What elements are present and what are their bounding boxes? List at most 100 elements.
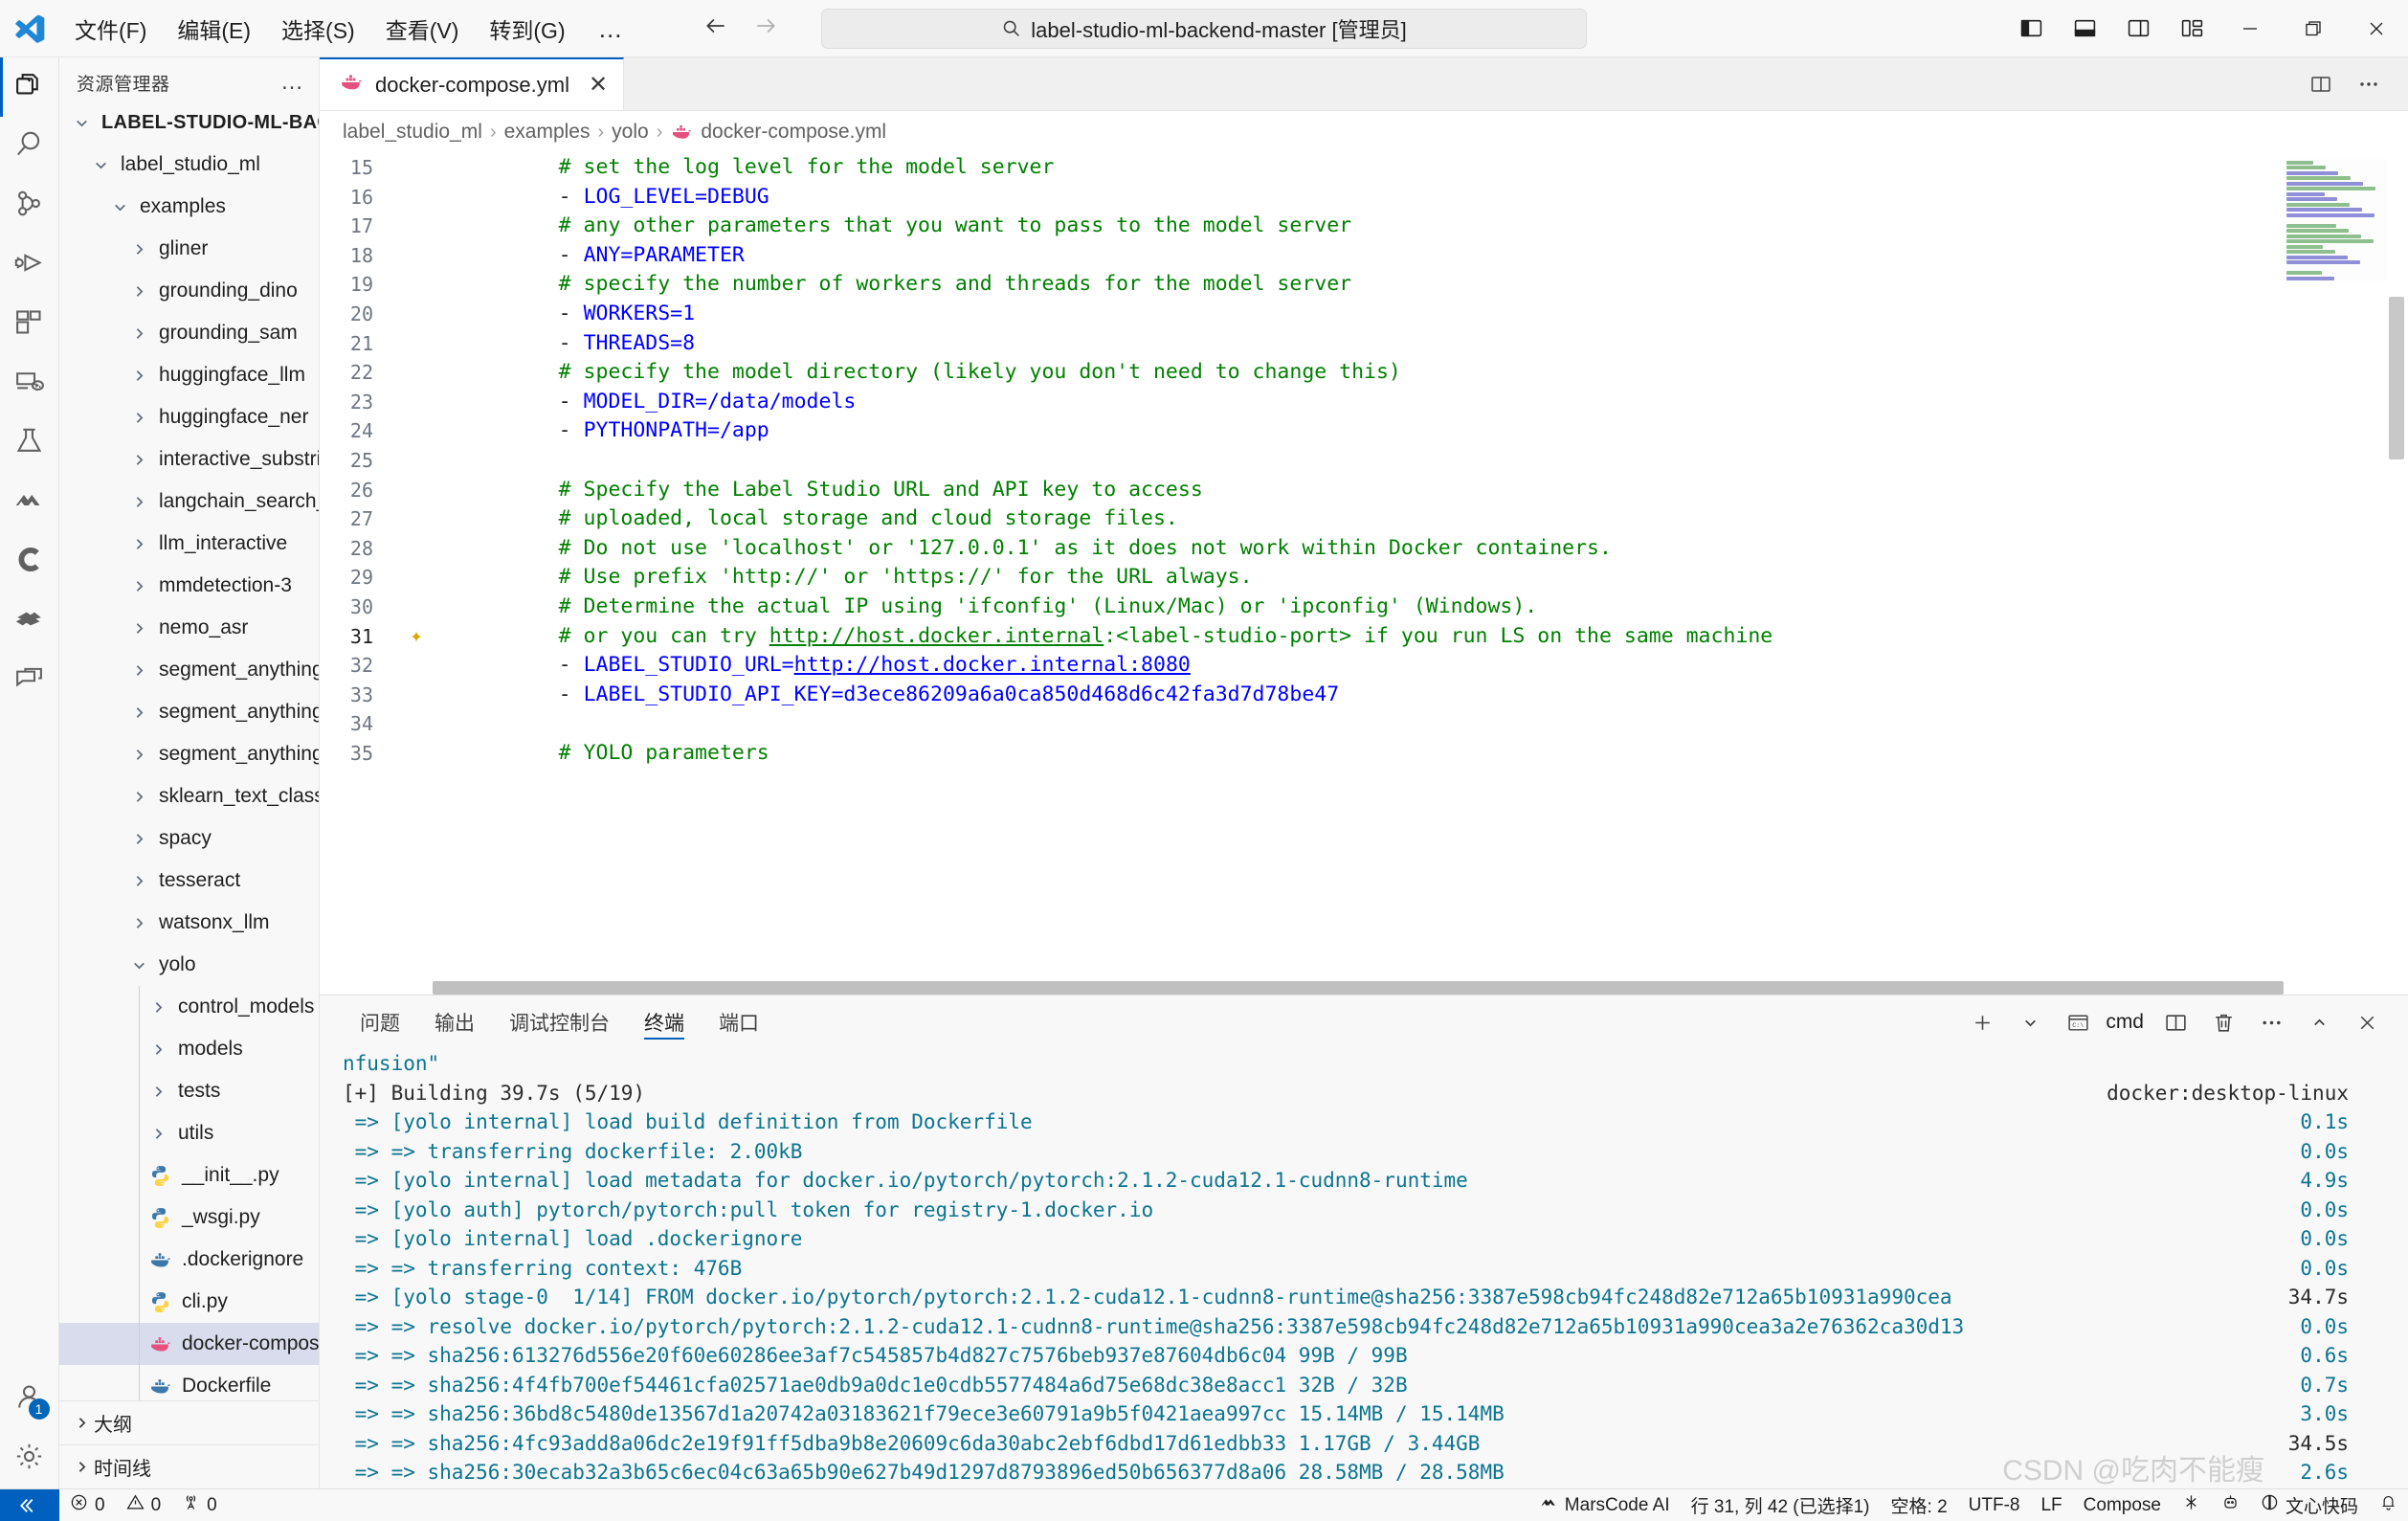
explorer-more-button[interactable]: …: [280, 71, 305, 94]
breadcrumb-item[interactable]: label_studio_ml: [343, 121, 482, 144]
code-line[interactable]: 31 ✦ # or you can try http://host.docker.…: [320, 622, 2408, 652]
file-tree[interactable]: LABEL-STUDIO-ML-BACKEND-MASTER label_stud…: [59, 101, 319, 1400]
cmd-terminal-icon[interactable]: C:\: [2056, 1000, 2100, 1044]
activity-run-and-debug[interactable]: [0, 235, 59, 295]
menu-selection[interactable]: 选择(S): [266, 7, 370, 51]
toggle-secondary-sidebar-icon[interactable]: [2111, 0, 2165, 56]
panel-tab-output[interactable]: 输出: [417, 995, 492, 1049]
menu-more-button[interactable]: …: [581, 16, 642, 41]
restore-icon[interactable]: [2282, 0, 2345, 56]
status-tabnine[interactable]: [2172, 1489, 2211, 1521]
command-center[interactable]: label-studio-ml-backend-master [管理员]: [821, 8, 1587, 49]
chevron-right-icon[interactable]: [145, 995, 170, 1019]
tree-file-item[interactable]: cli.py: [59, 1281, 319, 1323]
panel-tab-debug-console[interactable]: 调试控制台: [492, 995, 627, 1049]
tree-folder-item[interactable]: grounding_sam: [59, 312, 319, 354]
editor-vertical-scrollbar[interactable]: [2389, 297, 2404, 459]
tree-file-item[interactable]: docker-compose.yml: [59, 1323, 319, 1365]
code-line[interactable]: 16 - LOG_LEVEL=DEBUG: [320, 183, 2408, 212]
tree-folder-item[interactable]: examples: [59, 186, 319, 228]
chevron-right-icon[interactable]: [126, 784, 151, 809]
activity-testing[interactable]: [0, 414, 59, 473]
status-comate[interactable]: 文心快码: [2250, 1489, 2369, 1521]
chevron-right-icon[interactable]: [126, 742, 151, 767]
toggle-primary-sidebar-icon[interactable]: [2004, 0, 2058, 56]
tree-folder-item[interactable]: nemo_asr: [59, 607, 319, 649]
toggle-panel-icon[interactable]: [2058, 0, 2111, 56]
activity-source-control[interactable]: [0, 176, 59, 235]
remote-window-icon[interactable]: [0, 1488, 59, 1521]
sparkle-icon[interactable]: ✦: [410, 622, 422, 652]
split-editor-icon[interactable]: [2301, 64, 2341, 104]
tab-close-icon[interactable]: ✕: [589, 71, 608, 99]
minimize-icon[interactable]: [2218, 0, 2282, 56]
back-arrow-icon[interactable]: [703, 13, 728, 44]
chevron-down-icon[interactable]: [2008, 1000, 2052, 1044]
menu-edit[interactable]: 编辑(E): [162, 7, 266, 51]
minimap[interactable]: [2284, 159, 2387, 281]
tree-folder-item[interactable]: gliner: [59, 228, 319, 270]
tree-folder-item[interactable]: huggingface_llm: [59, 354, 319, 396]
tree-folder-item[interactable]: sklearn_text_classifier: [59, 775, 319, 817]
code-line[interactable]: 24 - PYTHONPATH=/app: [320, 416, 2408, 446]
code-line[interactable]: 18 - ANY=PARAMETER: [320, 241, 2408, 271]
status-notifications[interactable]: [2369, 1489, 2408, 1521]
outline-section[interactable]: 大纲: [59, 1400, 319, 1444]
status-ports[interactable]: 0: [171, 1489, 228, 1521]
activity-chat[interactable]: [0, 651, 59, 710]
activity-explorer[interactable]: [0, 57, 59, 117]
tree-folder-item[interactable]: huggingface_ner: [59, 396, 319, 438]
timeline-section[interactable]: 时间线: [59, 1444, 319, 1488]
code-line[interactable]: 21 - THREADS=8: [320, 329, 2408, 359]
tree-folder-item[interactable]: label_studio_ml: [59, 144, 319, 186]
tree-folder-item[interactable]: LABEL-STUDIO-ML-BACKEND-MASTER: [59, 101, 319, 144]
code-line[interactable]: 29 # Use prefix 'http://' or 'https://' …: [320, 563, 2408, 593]
trash-icon[interactable]: [2201, 1000, 2245, 1044]
tree-folder-item[interactable]: utils: [59, 1112, 319, 1154]
chevron-right-icon[interactable]: [126, 489, 151, 514]
code-line[interactable]: 35 # YOLO parameters: [320, 739, 2408, 769]
code-gutter[interactable]: ✦: [394, 622, 438, 652]
tree-folder-item[interactable]: langchain_search_agent: [59, 481, 319, 523]
tree-folder-item[interactable]: control_models: [59, 986, 319, 1028]
code-line[interactable]: 17 # any other parameters that you want …: [320, 212, 2408, 241]
chevron-right-icon[interactable]: [126, 573, 151, 598]
chevron-right-icon[interactable]: [126, 700, 151, 725]
chevron-right-icon[interactable]: [126, 363, 151, 388]
menu-file[interactable]: 文件(F): [59, 7, 162, 51]
chevron-right-icon[interactable]: [126, 615, 151, 640]
chevron-right-icon[interactable]: [126, 531, 151, 556]
status-codegeex[interactable]: [2211, 1489, 2250, 1521]
terminal-type-label[interactable]: cmd: [2104, 1011, 2150, 1034]
panel-more-icon[interactable]: [2249, 1000, 2293, 1044]
panel-tab-ports[interactable]: 端口: [702, 995, 776, 1049]
tree-folder-item[interactable]: spacy: [59, 817, 319, 860]
forward-arrow-icon[interactable]: [753, 13, 778, 44]
code-line[interactable]: 34: [320, 709, 2408, 739]
code-line[interactable]: 15 # set the log level for the model ser…: [320, 153, 2408, 183]
breadcrumb-item[interactable]: docker-compose.yml: [670, 121, 886, 144]
tree-file-item[interactable]: _wsgi.py: [59, 1197, 319, 1239]
chevron-right-icon[interactable]: [126, 279, 151, 303]
tree-folder-item[interactable]: interactive_substring_matching: [59, 438, 319, 481]
status-indentation[interactable]: 空格: 2: [1881, 1489, 1958, 1521]
code-line[interactable]: 28 # Do not use 'localhost' or '127.0.0.…: [320, 534, 2408, 564]
code-line[interactable]: 20 - WORKERS=1: [320, 300, 2408, 329]
breadcrumb-item[interactable]: examples: [504, 121, 591, 144]
code-line[interactable]: 23 - MODEL_DIR=/data/models: [320, 388, 2408, 417]
tree-folder-item[interactable]: segment_anything_2_image: [59, 649, 319, 691]
breadcrumb-item[interactable]: yolo: [612, 121, 649, 144]
activity-settings[interactable]: [0, 1429, 59, 1488]
chevron-right-icon[interactable]: [126, 826, 151, 851]
activity-accounts[interactable]: 1: [0, 1370, 59, 1429]
tree-folder-item[interactable]: models: [59, 1028, 319, 1070]
status-cursor-position[interactable]: 行 31, 列 42 (已选择1): [1681, 1489, 1881, 1521]
status-errors[interactable]: 0: [59, 1489, 116, 1521]
chevron-right-icon[interactable]: [126, 868, 151, 893]
panel-tab-problems[interactable]: 问题: [343, 995, 417, 1049]
status-eol[interactable]: LF: [2030, 1489, 2072, 1521]
code-line[interactable]: 22 # specify the model directory (likely…: [320, 358, 2408, 388]
activity-extensions[interactable]: [0, 295, 59, 354]
tree-folder-item[interactable]: yolo: [59, 944, 319, 986]
terminal-output[interactable]: nfusion" [+] Building 39.7s (5/19) docker:…: [320, 1049, 2408, 1488]
